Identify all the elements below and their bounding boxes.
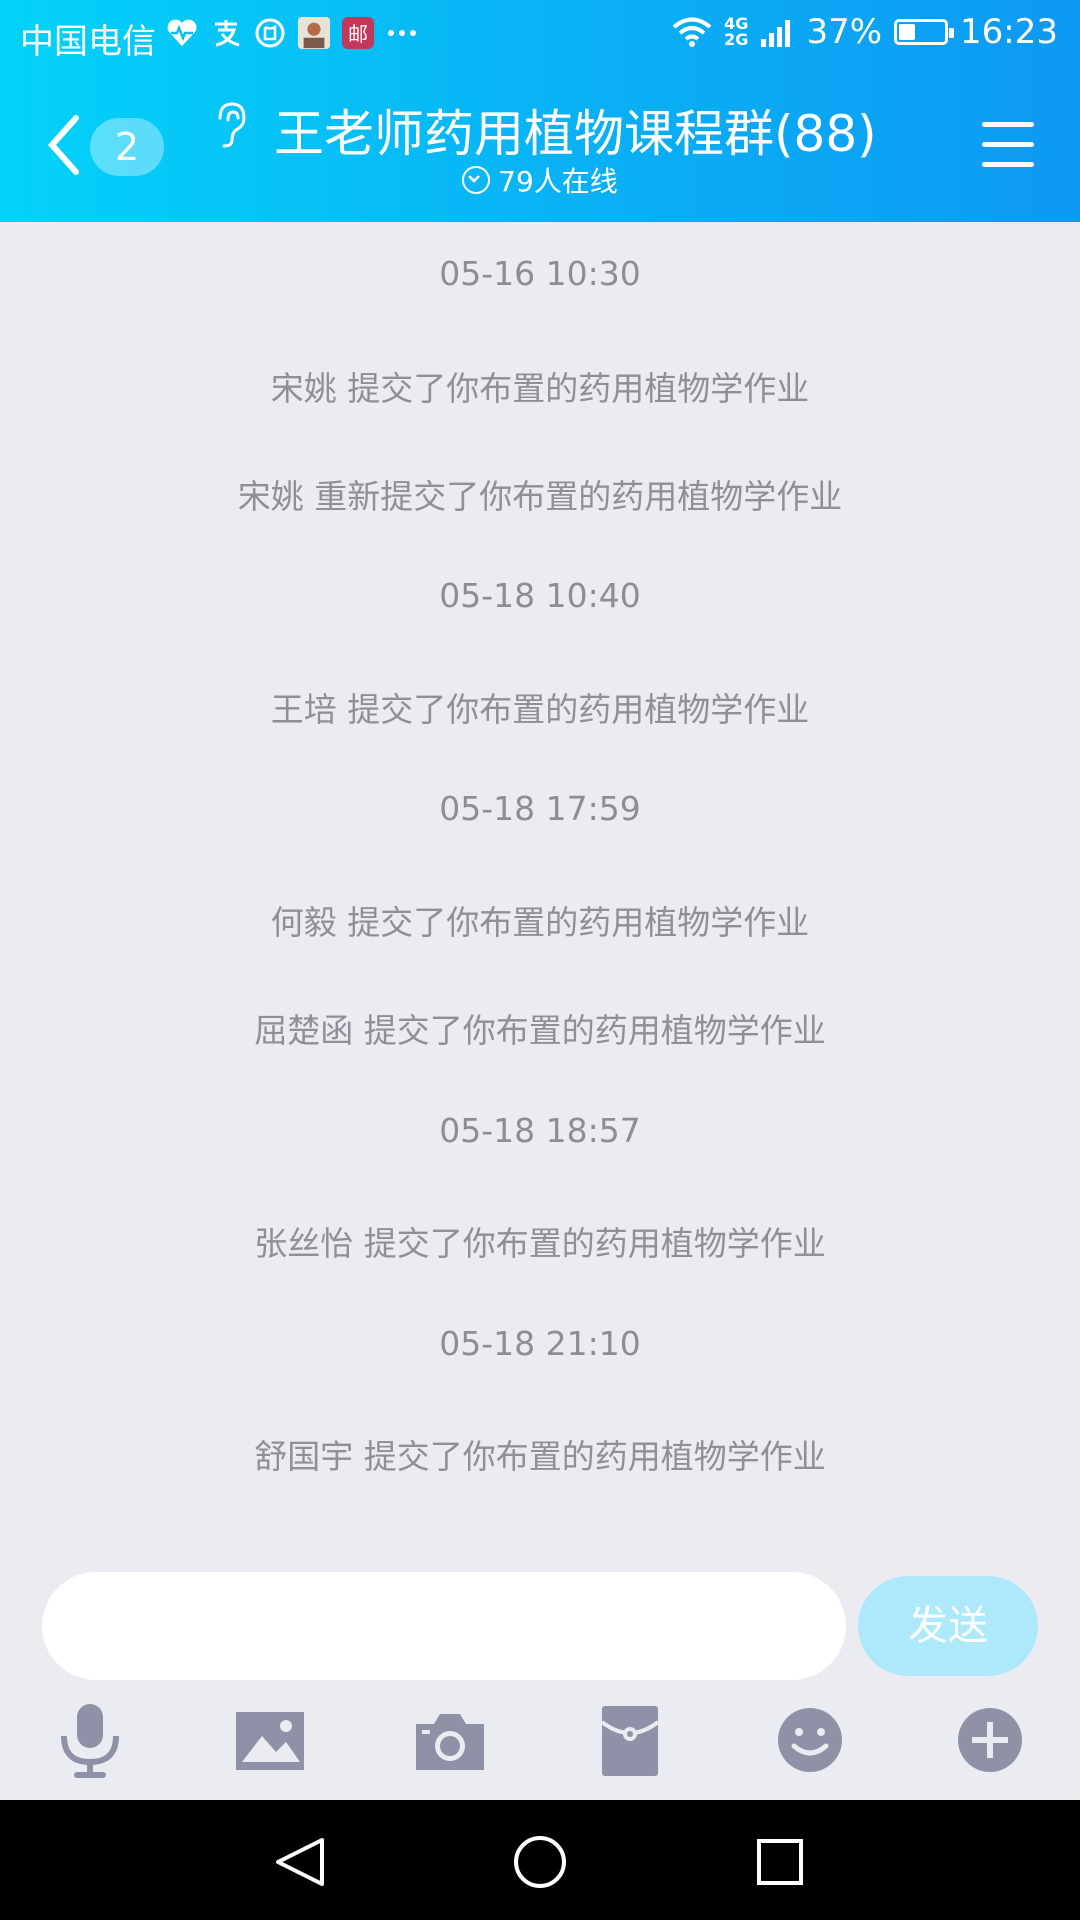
input-bar: 发送 [0,1550,1080,1800]
send-button[interactable]: 发送 [858,1576,1038,1676]
timestamp: 05-16 10:30 [439,254,641,293]
system-message: 舒国宇 提交了你布置的药用植物学作业 [254,1437,826,1476]
plus-icon[interactable] [950,1700,1030,1780]
microphone-icon[interactable] [50,1700,130,1780]
online-count[interactable]: 79人在线 [0,160,1080,200]
online-count-label: 79人在线 [498,165,618,198]
emoji-icon[interactable] [770,1700,850,1780]
nav-home-icon[interactable] [510,1832,570,1892]
network-type: 4G 2G [724,14,749,49]
system-message: 屈楚函 提交了你布置的药用植物学作业 [254,1011,826,1050]
wifi-icon [672,17,712,47]
shield-app-icon [253,16,287,50]
status-bar: 中国电信 邮 4G 2G 37% 16:23 [0,0,1080,74]
system-nav-bar [0,1800,1080,1920]
system-message: 宋姚 提交了你布置的药用植物学作业 [270,369,810,408]
alipay-icon [209,16,243,50]
signal-icon [761,20,791,47]
postal-icon: 邮 [341,16,375,50]
ear-icon [218,102,246,148]
battery-percent: 37% [806,12,883,52]
camera-icon[interactable] [410,1700,490,1780]
more-dots-icon [385,16,419,50]
timestamp: 05-18 18:57 [439,1111,641,1150]
nav-recents-icon[interactable] [750,1832,810,1892]
system-message: 何毅 提交了你布置的药用植物学作业 [270,903,810,942]
group-title[interactable]: 王老师药用植物课程群(88) [274,94,877,166]
system-message: 王培 提交了你布置的药用植物学作业 [270,690,810,729]
heart-monitor-icon [165,16,199,50]
timestamp: 05-18 17:59 [439,789,641,828]
image-icon[interactable] [230,1700,310,1780]
red-packet-icon[interactable] [590,1700,670,1780]
chevron-down-circle-icon [462,166,491,194]
message-list[interactable]: 05-16 10:30 宋姚 提交了你布置的药用植物学作业 宋姚 重新提交了你布置的… [0,222,1080,1550]
system-message: 张丝怡 提交了你布置的药用植物学作业 [254,1224,826,1263]
notification-icons: 邮 [165,16,419,50]
message-input[interactable] [42,1572,846,1680]
battery-icon [894,19,955,45]
timestamp: 05-18 10:40 [439,576,641,615]
svg-text:邮: 邮 [348,22,368,46]
system-message: 宋姚 重新提交了你布置的药用植物学作业 [237,477,843,516]
timestamp: 05-18 21:10 [439,1324,641,1363]
chat-header: 中国电信 邮 4G 2G 37% 16:23 2 王老师药用植物课程群(88) … [0,0,1080,222]
nav-back-icon[interactable] [270,1832,330,1892]
menu-icon[interactable] [982,122,1034,168]
system-status: 4G 2G 37% 16:23 [672,12,1058,52]
clock: 16:23 [960,12,1058,52]
avatar-app-icon [297,16,331,50]
carrier-name: 中国电信 [20,22,156,62]
